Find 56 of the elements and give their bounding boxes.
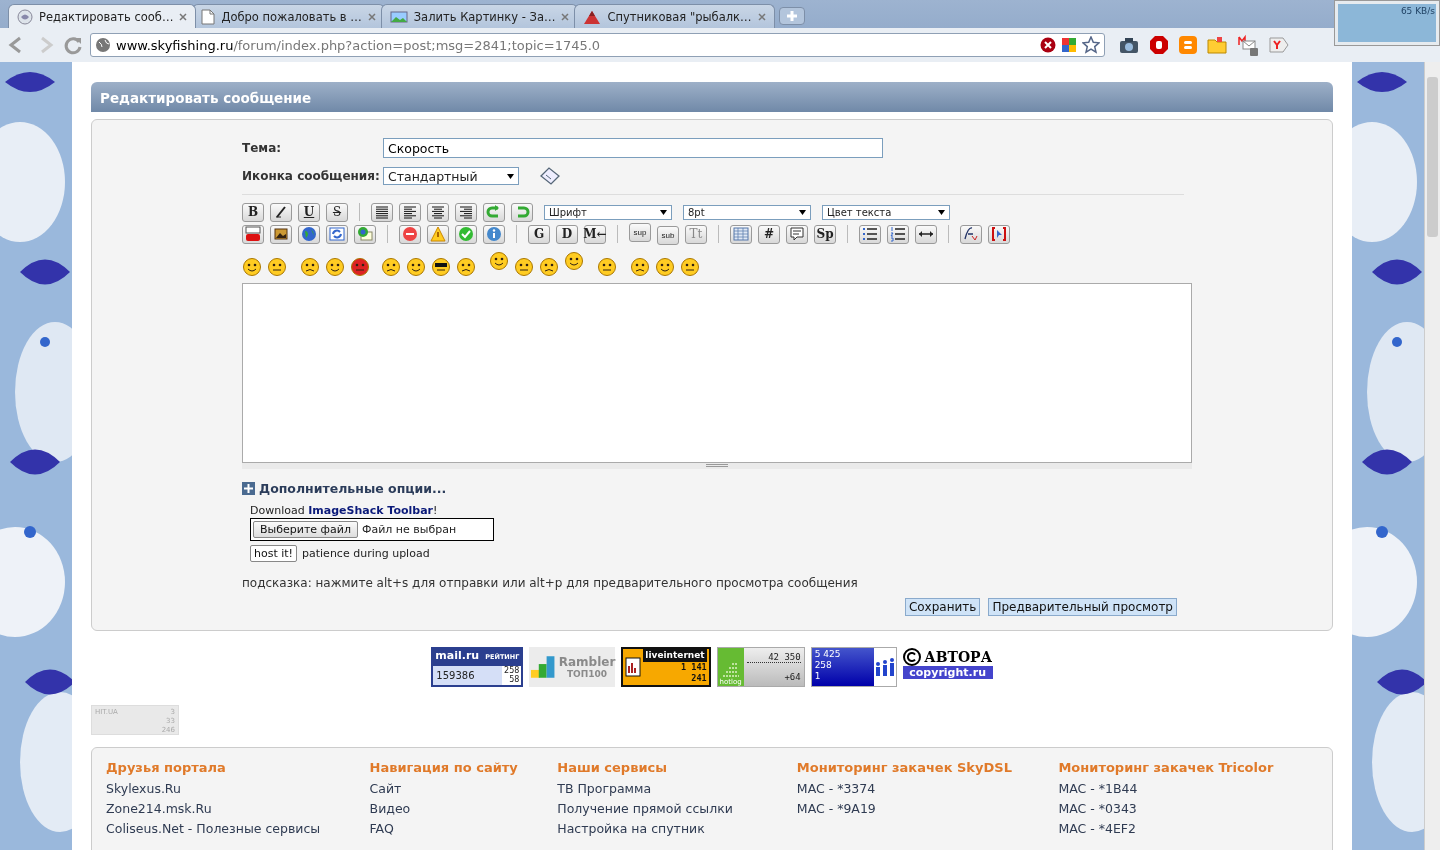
browser-tab[interactable]: Спутниковая "рыбалк… [574, 4, 775, 28]
footer-link[interactable]: Настройка на спутник [557, 821, 797, 836]
copyright-badge[interactable]: АВТОРА copyright.ru [902, 648, 993, 686]
address-field[interactable]: www.skyfishing.ru/forum/index.php?action=post;msg=2841;topic=1745.0 [90, 33, 1105, 57]
footer-link[interactable]: MAC - *4EF2 [1058, 821, 1318, 836]
bold-button[interactable]: B [242, 202, 264, 222]
footer-link[interactable]: Сайт [369, 781, 558, 796]
browser-tab[interactable]: Редактировать сооб… [8, 4, 197, 28]
letter-button[interactable]: # [758, 224, 780, 244]
download-note: Download ImageShack Toolbar! [250, 504, 439, 517]
toolbar-link[interactable]: ImageShack Toolbar [308, 504, 433, 517]
footer-link[interactable]: ТВ Программа [557, 781, 797, 796]
sub-button[interactable]: sub [657, 226, 679, 245]
footer-link[interactable]: MAC - *3374 [796, 781, 1059, 796]
message-icon-label: Иконка сообщения: [242, 169, 381, 183]
form-title-bar: Редактировать сообщение [91, 82, 1333, 112]
more-options-link[interactable]: Дополнительные опции... [259, 481, 447, 496]
rating-counter[interactable]: 5 425 258 1 [810, 647, 897, 687]
url-text: www.skyfishing.ru/forum/index.php?action=post;msg=2841;topic=1745.0 [116, 37, 602, 53]
format-dropdown[interactable]: Шрифт [544, 204, 672, 220]
footer-link[interactable]: MAC - *1B44 [1058, 781, 1318, 796]
sup-button[interactable]: sup [629, 223, 651, 242]
footer-heading: Мониторинг закачек Tricolor [1058, 760, 1275, 775]
footer-heading: Навигация по сайту [369, 760, 519, 775]
footer-link[interactable]: Видео [369, 801, 558, 816]
footer-link[interactable]: Zone214.msk.Ru [106, 801, 370, 816]
footer-heading: Мониторинг закачек SkyDSL [796, 760, 1013, 775]
letter-button[interactable]: D [556, 224, 578, 244]
footer-link[interactable]: Skylexus.Ru [106, 781, 370, 796]
speed-reading: 65 KB/s [1399, 5, 1436, 18]
subject-field[interactable]: Скорость [383, 138, 883, 158]
choose-file-button[interactable]: Выберите файл [253, 521, 358, 538]
upload-note: patience during upload [302, 547, 430, 560]
strike-button[interactable]: S [326, 202, 348, 222]
footer-link[interactable]: MAC - *9A19 [796, 801, 1059, 816]
save-button[interactable]: Сохранить [904, 598, 981, 616]
format-dropdown[interactable]: 8pt [683, 204, 811, 220]
file-picker[interactable]: Выберите файл Файл не выбран [250, 518, 494, 541]
subject-label: Тема: [242, 141, 283, 155]
host-button[interactable]: host it! [250, 545, 298, 562]
footer-link[interactable]: FAQ [369, 821, 558, 836]
preview-button[interactable]: Предварительный просмотр [988, 598, 1177, 616]
letter-button[interactable]: M← [584, 224, 606, 244]
rating-counter[interactable]: liveinternet 1 141 241 [621, 647, 711, 687]
footer-heading: Наши сервисы [557, 760, 668, 775]
footer-link[interactable]: Coliseus.Net - Полезные сервисы [106, 821, 370, 836]
footer-link[interactable]: MAC - *0343 [1058, 801, 1318, 816]
underline-button[interactable]: U [298, 202, 320, 222]
letter-button[interactable]: G [528, 224, 550, 244]
letter-button[interactable]: Sp [814, 224, 836, 244]
footer-heading: Друзья портала [106, 760, 227, 775]
footer-link[interactable]: Получение прямой ссылки [557, 801, 797, 816]
file-status: Файл не выбран [361, 523, 457, 536]
message-icon-dropdown[interactable]: Стандартный [383, 167, 519, 185]
keyboard-hint: подсказка: нажмите alt+s для отправки или alt+p для предварительного просмотра сообщения [242, 576, 859, 590]
format-dropdown[interactable]: Цвет текста [822, 204, 950, 220]
